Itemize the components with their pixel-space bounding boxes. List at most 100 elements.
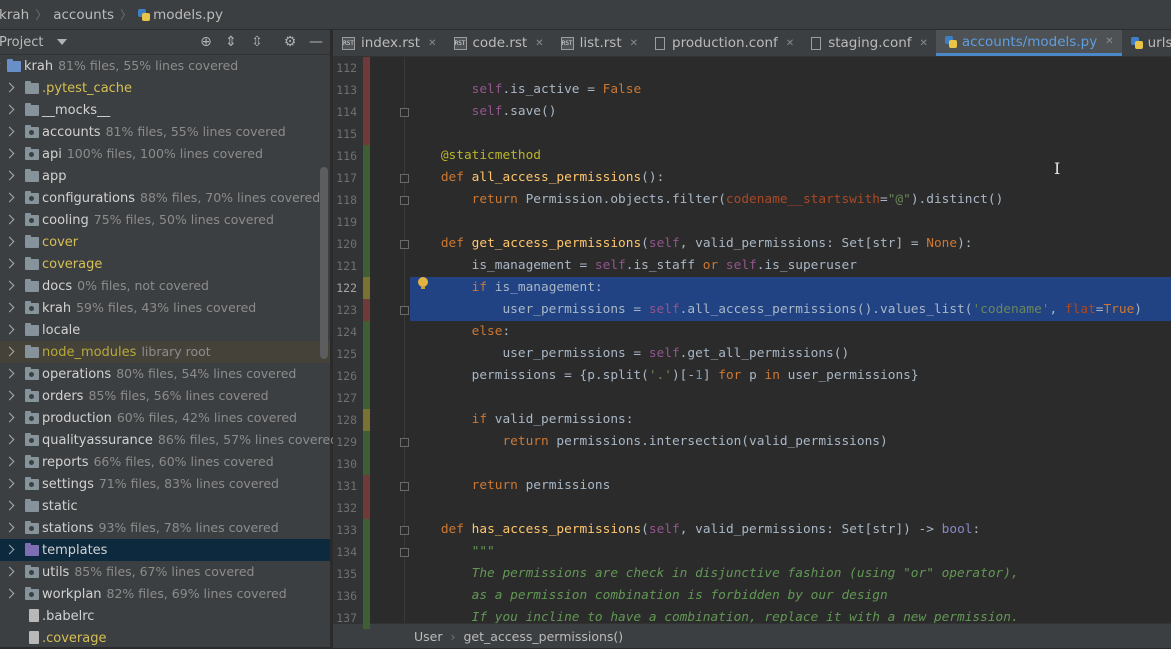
chevron-right-icon[interactable] [5,215,15,225]
tab-urls-py[interactable]: urls.py [1122,30,1171,56]
tab-list-rst[interactable]: RSTlist.rst✕ [552,30,646,56]
tree-item-utils[interactable]: utils85% files, 67% lines covered [0,561,330,583]
fold-marker-icon[interactable] [400,306,409,315]
code-line[interactable] [410,211,1171,233]
vcs-change-mark[interactable] [363,57,370,145]
tree-item-node-modules[interactable]: node_moduleslibrary root [0,341,330,363]
code-line[interactable] [410,57,1171,79]
tree-item-templates[interactable]: templates [0,539,330,561]
chevron-right-icon[interactable] [5,435,15,445]
vcs-change-mark[interactable] [363,321,370,409]
tree-item-cooling[interactable]: cooling75% files, 50% lines covered [0,209,330,231]
tree-item-operations[interactable]: operations80% files, 54% lines covered [0,363,330,385]
close-icon[interactable]: ✕ [920,38,928,49]
chevron-right-icon[interactable] [5,325,15,335]
tree-item-workplan[interactable]: workplan82% files, 69% lines covered [0,583,330,605]
tree-item-docs[interactable]: docs0% files, not covered [0,275,330,297]
chevron-right-icon[interactable] [5,83,15,93]
code-line[interactable]: as a permission combination is forbidden… [410,585,1171,607]
tab-code-rst[interactable]: RSTcode.rst✕ [445,30,552,56]
fold-marker-icon[interactable] [400,196,409,205]
code-line[interactable]: if is_management: [410,277,1171,299]
close-icon[interactable]: ✕ [630,38,638,49]
vcs-change-mark[interactable] [363,299,370,321]
chevron-right-icon[interactable] [5,523,15,533]
gear-icon[interactable]: ⚙ [282,34,298,50]
chevron-right-icon[interactable] [5,479,15,489]
vcs-change-mark[interactable] [363,277,370,299]
tree-item-settings[interactable]: settings71% files, 83% lines covered [0,473,330,495]
fold-marker-icon[interactable] [400,108,409,117]
close-icon[interactable]: ✕ [1105,36,1113,47]
code-line[interactable] [410,497,1171,519]
chevron-right-icon[interactable] [5,193,15,203]
locate-icon[interactable]: ⊕ [198,34,214,50]
vcs-change-mark[interactable] [363,519,370,629]
crumb-accounts[interactable]: accounts [53,7,114,23]
code-line[interactable] [410,387,1171,409]
chevron-right-icon[interactable] [5,501,15,511]
chevron-right-icon[interactable] [5,391,15,401]
hide-panel-icon[interactable]: — [308,34,324,50]
tree-item-accounts[interactable]: accounts81% files, 55% lines covered [0,121,330,143]
chevron-down-icon[interactable] [57,39,67,45]
tree-item-coverage[interactable]: coverage [0,253,330,275]
code-line[interactable]: permissions = {p.split('.')[-1] for p in… [410,365,1171,387]
project-view-selector[interactable]: Project [0,35,43,50]
tree-item-orders[interactable]: orders85% files, 56% lines covered [0,385,330,407]
fold-marker-icon[interactable] [400,526,409,535]
close-icon[interactable]: ✕ [786,38,794,49]
tree-item-api[interactable]: api100% files, 100% lines covered [0,143,330,165]
vcs-change-mark[interactable] [363,431,370,475]
code-line[interactable] [410,453,1171,475]
code-line[interactable] [410,123,1171,145]
tree-item-locale[interactable]: locale [0,319,330,341]
chevron-right-icon[interactable] [5,259,15,269]
tree-item-configurations[interactable]: configurations88% files, 70% lines cover… [0,187,330,209]
code-line[interactable]: def get_access_permissions(self, valid_p… [410,233,1171,255]
fold-marker-icon[interactable] [400,438,409,447]
code-line[interactable]: user_permissions = self.all_access_permi… [410,299,1171,321]
chevron-right-icon[interactable] [5,413,15,423]
chevron-right-icon[interactable] [5,171,15,181]
tree-item-app[interactable]: app [0,165,330,187]
chevron-right-icon[interactable] [5,127,15,137]
tree-item-krah[interactable]: krah59% files, 43% lines covered [0,297,330,319]
vcs-change-mark[interactable] [363,409,370,431]
code-line[interactable]: def has_access_permissions(self, valid_p… [410,519,1171,541]
chevron-right-icon[interactable] [5,567,15,577]
code-line[interactable]: self.is_active = False [410,79,1171,101]
lightbulb-icon[interactable] [417,277,429,291]
fold-marker-icon[interactable] [400,240,409,249]
chevron-right-icon[interactable] [5,589,15,599]
code-line[interactable]: is_management = self.is_staff or self.is… [410,255,1171,277]
tab-index-rst[interactable]: RSTindex.rst✕ [333,30,445,56]
crumb-file[interactable]: models.py [138,7,223,23]
fold-marker-icon[interactable] [400,548,409,557]
breadcrumb-class[interactable]: User [414,629,443,644]
chevron-right-icon[interactable] [5,369,15,379]
close-icon[interactable]: ✕ [428,38,436,49]
fold-marker-icon[interactable] [400,482,409,491]
vcs-change-mark[interactable] [363,475,370,519]
chevron-right-icon[interactable] [5,457,15,467]
breadcrumb-method[interactable]: get_access_permissions() [464,629,624,644]
fold-marker-icon[interactable] [400,174,409,183]
chevron-right-icon[interactable] [5,347,15,357]
code-line[interactable]: return Permission.objects.filter(codenam… [410,189,1171,211]
close-icon[interactable]: ✕ [535,38,543,49]
project-scrollbar[interactable] [320,167,328,359]
code-line[interactable]: return permissions.intersection(valid_pe… [410,431,1171,453]
expand-all-icon[interactable]: ⇕ [223,34,239,50]
chevron-right-icon[interactable] [5,545,15,555]
tree-item-cover[interactable]: cover [0,231,330,253]
collapse-all-icon[interactable]: ⇳ [249,34,265,50]
code-line[interactable]: user_permissions = self.get_all_permissi… [410,343,1171,365]
chevron-right-icon[interactable] [5,281,15,291]
tab-accounts-models-py[interactable]: accounts/models.py✕ [936,30,1122,56]
code-line[interactable]: else: [410,321,1171,343]
code-line[interactable]: If you incline to have a combination, re… [410,607,1171,623]
tree-item-mocks[interactable]: __mocks__ [0,99,330,121]
code-editor[interactable]: self.is_active = False self.save() @stat… [410,57,1171,623]
chevron-right-icon[interactable] [5,303,15,313]
